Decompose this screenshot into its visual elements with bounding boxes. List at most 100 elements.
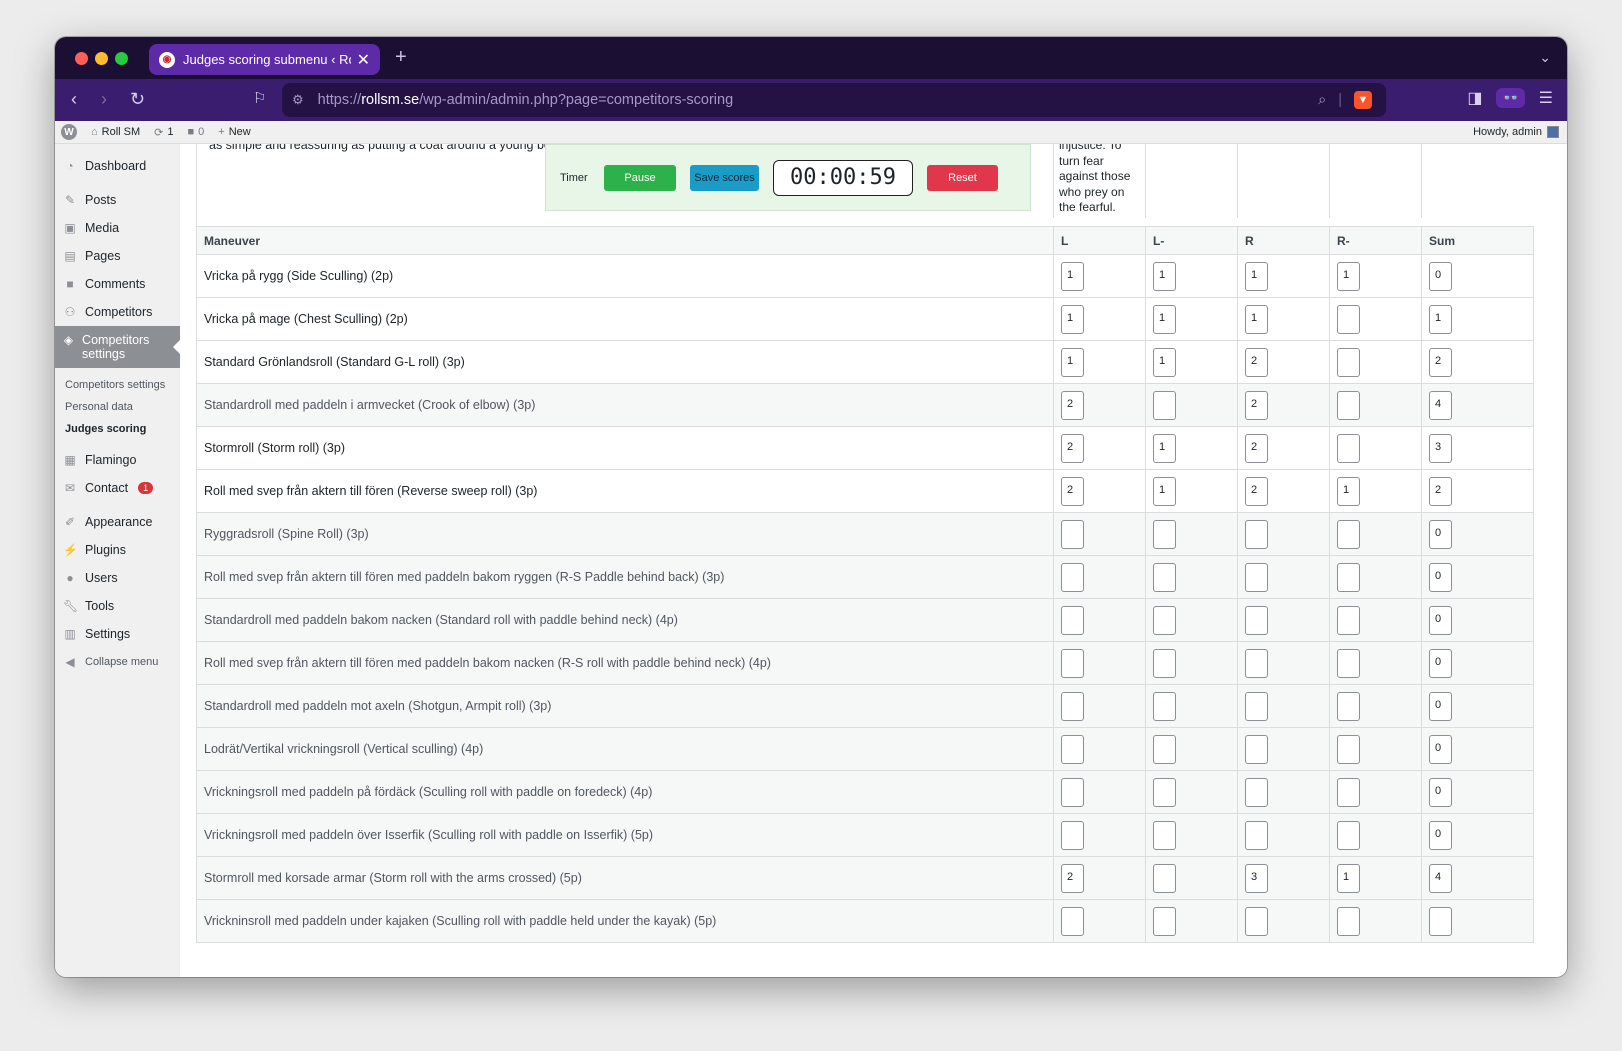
score-l-minus-input[interactable]: [1153, 777, 1176, 807]
score-r-input[interactable]: [1245, 562, 1268, 592]
score-l-input[interactable]: [1061, 906, 1084, 936]
score-r-minus-input[interactable]: [1337, 433, 1360, 463]
score-r-input[interactable]: 1: [1245, 261, 1268, 291]
sidebar-toggle-icon[interactable]: ◨: [1467, 88, 1482, 108]
score-r-minus-input[interactable]: [1337, 906, 1360, 936]
comments-link[interactable]: ■ 0: [188, 126, 205, 138]
score-r-minus-input[interactable]: [1337, 304, 1360, 334]
score-l-input[interactable]: [1061, 605, 1084, 635]
sidebar-item-settings[interactable]: ▥ Settings: [55, 620, 180, 648]
private-window-icon[interactable]: 👓: [1496, 88, 1525, 108]
submenu-personal-data[interactable]: Personal data: [55, 396, 180, 418]
score-r-input[interactable]: 1: [1245, 304, 1268, 334]
score-r-minus-input[interactable]: 1: [1337, 476, 1360, 506]
maximize-window-button[interactable]: [115, 52, 128, 65]
sidebar-item-flamingo[interactable]: ▦ Flamingo: [55, 446, 180, 474]
score-l-minus-input[interactable]: 1: [1153, 347, 1176, 377]
score-r-minus-input[interactable]: [1337, 605, 1360, 635]
score-r-input[interactable]: 2: [1245, 347, 1268, 377]
score-l-input[interactable]: 2: [1061, 390, 1084, 420]
tab-list-chevron-icon[interactable]: ⌄: [1539, 49, 1551, 66]
reset-button[interactable]: Reset: [927, 164, 998, 191]
score-l-input[interactable]: [1061, 562, 1084, 592]
sidebar-item-dashboard[interactable]: ◔ Dashboard: [55, 152, 180, 180]
score-l-input[interactable]: 1: [1061, 347, 1084, 377]
score-r-minus-input[interactable]: [1337, 734, 1360, 764]
zoom-icon[interactable]: ⌕: [1318, 92, 1326, 108]
sidebar-item-competitors[interactable]: ⚇ Competitors: [55, 298, 180, 326]
score-r-minus-input[interactable]: 1: [1337, 261, 1360, 291]
updates-link[interactable]: ⟳ 1: [154, 126, 173, 139]
score-l-minus-input[interactable]: [1153, 691, 1176, 721]
score-l-minus-input[interactable]: [1153, 390, 1176, 420]
pause-button[interactable]: Pause: [604, 164, 676, 191]
score-l-input[interactable]: [1061, 777, 1084, 807]
bookmark-icon[interactable]: ⚐: [253, 89, 266, 107]
score-l-minus-input[interactable]: 1: [1153, 261, 1176, 291]
sidebar-item-comments[interactable]: ■ Comments: [55, 270, 180, 298]
score-r-input[interactable]: [1245, 691, 1268, 721]
score-r-input[interactable]: 2: [1245, 390, 1268, 420]
score-l-minus-input[interactable]: [1153, 863, 1176, 893]
score-r-input[interactable]: [1245, 777, 1268, 807]
score-r-minus-input[interactable]: [1337, 777, 1360, 807]
new-content-link[interactable]: + New: [218, 126, 250, 138]
account-menu[interactable]: Howdy, admin: [1473, 126, 1559, 138]
submenu-competitors-settings[interactable]: Competitors settings: [55, 374, 180, 396]
score-r-input[interactable]: [1245, 820, 1268, 850]
score-l-input[interactable]: 1: [1061, 304, 1084, 334]
sidebar-item-tools[interactable]: 🔧︎ Tools: [55, 592, 180, 620]
score-r-input[interactable]: [1245, 605, 1268, 635]
score-l-minus-input[interactable]: [1153, 605, 1176, 635]
submenu-judges-scoring[interactable]: Judges scoring: [55, 418, 180, 440]
score-l-input[interactable]: 1: [1061, 261, 1084, 291]
forward-icon[interactable]: ›: [101, 89, 107, 110]
score-l-minus-input[interactable]: 1: [1153, 476, 1176, 506]
new-tab-icon[interactable]: +: [395, 46, 407, 69]
score-l-input[interactable]: [1061, 519, 1084, 549]
score-r-minus-input[interactable]: [1337, 648, 1360, 678]
score-l-input[interactable]: 2: [1061, 476, 1084, 506]
score-l-input[interactable]: 2: [1061, 863, 1084, 893]
score-l-minus-input[interactable]: 1: [1153, 433, 1176, 463]
score-l-minus-input[interactable]: [1153, 519, 1176, 549]
score-r-input[interactable]: 2: [1245, 476, 1268, 506]
score-l-minus-input[interactable]: [1153, 906, 1176, 936]
score-l-minus-input[interactable]: [1153, 562, 1176, 592]
score-l-input[interactable]: [1061, 691, 1084, 721]
score-r-input[interactable]: [1245, 648, 1268, 678]
site-settings-icon[interactable]: ⚙: [292, 92, 304, 108]
score-r-minus-input[interactable]: [1337, 347, 1360, 377]
score-l-input[interactable]: [1061, 820, 1084, 850]
wordpress-logo-icon[interactable]: W: [61, 124, 77, 140]
close-window-button[interactable]: [75, 52, 88, 65]
back-icon[interactable]: ‹: [71, 89, 77, 110]
reload-icon[interactable]: ↻: [130, 89, 145, 110]
score-l-minus-input[interactable]: [1153, 820, 1176, 850]
collapse-menu-button[interactable]: ◀ Collapse menu: [55, 648, 180, 676]
minimize-window-button[interactable]: [95, 52, 108, 65]
sidebar-item-users[interactable]: ● Users: [55, 564, 180, 592]
score-r-minus-input[interactable]: [1337, 820, 1360, 850]
score-l-input[interactable]: [1061, 734, 1084, 764]
tab-close-icon[interactable]: ✕: [357, 50, 370, 70]
sidebar-item-plugins[interactable]: ⚡ Plugins: [55, 536, 180, 564]
score-r-minus-input[interactable]: 1: [1337, 863, 1360, 893]
score-r-input[interactable]: 3: [1245, 863, 1268, 893]
sidebar-item-contact[interactable]: ✉ Contact 1: [55, 474, 180, 502]
score-r-minus-input[interactable]: [1337, 562, 1360, 592]
score-r-input[interactable]: [1245, 734, 1268, 764]
sidebar-item-media[interactable]: ▣ Media: [55, 214, 180, 242]
score-r-input[interactable]: [1245, 519, 1268, 549]
sidebar-item-appearance[interactable]: ✐ Appearance: [55, 508, 180, 536]
brave-shields-icon[interactable]: ▼: [1354, 91, 1372, 109]
score-l-minus-input[interactable]: 1: [1153, 304, 1176, 334]
sidebar-item-posts[interactable]: ✎ Posts: [55, 186, 180, 214]
score-l-minus-input[interactable]: [1153, 734, 1176, 764]
score-r-minus-input[interactable]: [1337, 390, 1360, 420]
sidebar-item-competitors-settings[interactable]: ◈ Competitors settings: [55, 326, 180, 368]
sidebar-item-pages[interactable]: ▤ Pages: [55, 242, 180, 270]
score-r-minus-input[interactable]: [1337, 691, 1360, 721]
score-l-input[interactable]: 2: [1061, 433, 1084, 463]
browser-tab-active[interactable]: ◉ Judges scoring submenu ‹ Ro ✕: [149, 44, 380, 75]
